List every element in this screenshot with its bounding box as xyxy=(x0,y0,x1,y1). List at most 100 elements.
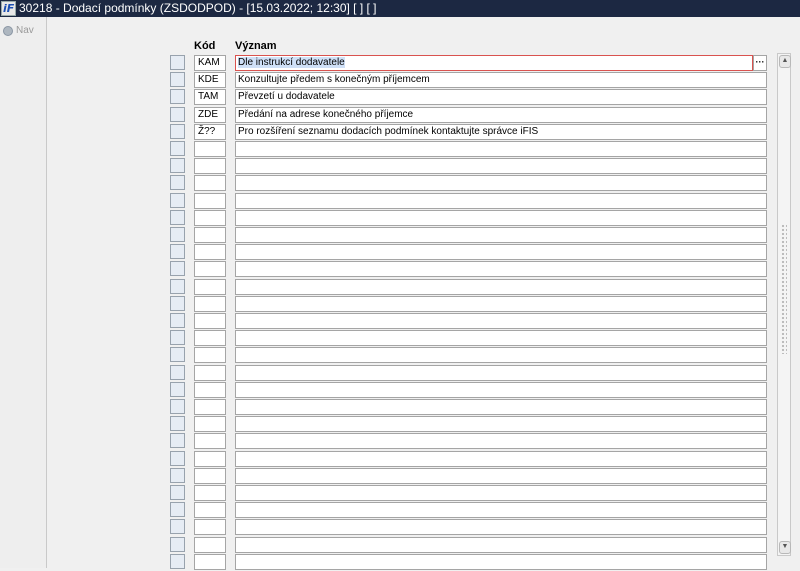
code-field[interactable] xyxy=(194,399,226,415)
meaning-field[interactable] xyxy=(235,519,767,535)
meaning-field[interactable]: Dle instrukcí dodavatele xyxy=(235,55,753,71)
row-selector[interactable] xyxy=(170,193,185,208)
row-selector[interactable] xyxy=(170,313,185,328)
meaning-field[interactable] xyxy=(235,193,767,209)
code-field[interactable] xyxy=(194,416,226,432)
row-selector[interactable] xyxy=(170,261,185,276)
meaning-field[interactable] xyxy=(235,502,767,518)
code-field[interactable] xyxy=(194,519,226,535)
row-selector[interactable] xyxy=(170,399,185,414)
table-row xyxy=(0,279,800,296)
row-selector[interactable] xyxy=(170,502,185,517)
code-field[interactable]: Ž?? xyxy=(194,124,226,140)
row-selector[interactable] xyxy=(170,244,185,259)
code-field[interactable] xyxy=(194,468,226,484)
meaning-field[interactable] xyxy=(235,296,767,312)
meaning-field[interactable] xyxy=(235,433,767,449)
code-field[interactable] xyxy=(194,537,226,553)
meaning-field[interactable] xyxy=(235,244,767,260)
code-field[interactable] xyxy=(194,347,226,363)
row-selector[interactable] xyxy=(170,537,185,552)
code-field[interactable] xyxy=(194,451,226,467)
row-selector[interactable] xyxy=(170,72,185,87)
code-field[interactable] xyxy=(194,433,226,449)
scroll-up-icon[interactable]: ▲ xyxy=(779,55,791,68)
meaning-field[interactable] xyxy=(235,485,767,501)
meaning-field[interactable] xyxy=(235,347,767,363)
row-selector[interactable] xyxy=(170,175,185,190)
row-selector[interactable] xyxy=(170,141,185,156)
app-logo-icon: iF xyxy=(1,1,16,16)
code-field[interactable]: TAM xyxy=(194,89,226,105)
row-selector[interactable] xyxy=(170,279,185,294)
row-selector[interactable] xyxy=(170,158,185,173)
code-field[interactable] xyxy=(194,227,226,243)
meaning-field[interactable] xyxy=(235,313,767,329)
row-selector[interactable] xyxy=(170,382,185,397)
row-selector[interactable] xyxy=(170,416,185,431)
code-field[interactable] xyxy=(194,313,226,329)
scroll-down-icon[interactable]: ▼ xyxy=(779,541,791,554)
vertical-scrollbar[interactable]: ▲ ▼ xyxy=(777,53,791,556)
meaning-field[interactable] xyxy=(235,141,767,157)
meaning-field[interactable] xyxy=(235,175,767,191)
meaning-field[interactable] xyxy=(235,451,767,467)
code-field[interactable] xyxy=(194,261,226,277)
code-field[interactable] xyxy=(194,365,226,381)
code-field[interactable] xyxy=(194,141,226,157)
row-selector[interactable] xyxy=(170,451,185,466)
row-selector[interactable] xyxy=(170,124,185,139)
row-selector[interactable] xyxy=(170,210,185,225)
table-row xyxy=(0,451,800,468)
row-selector[interactable] xyxy=(170,89,185,104)
scroll-grip[interactable] xyxy=(781,224,787,354)
code-field[interactable] xyxy=(194,175,226,191)
meaning-field[interactable] xyxy=(235,279,767,295)
row-selector[interactable] xyxy=(170,433,185,448)
code-field[interactable] xyxy=(194,485,226,501)
code-field[interactable] xyxy=(194,210,226,226)
meaning-field[interactable] xyxy=(235,210,767,226)
meaning-field[interactable]: Předání na adrese konečného příjemce xyxy=(235,107,767,123)
meaning-field[interactable] xyxy=(235,537,767,553)
meaning-field[interactable] xyxy=(235,365,767,381)
code-field[interactable] xyxy=(194,296,226,312)
table-row: TAM Převzetí u dodavatele xyxy=(0,89,800,106)
row-selector[interactable] xyxy=(170,485,185,500)
lov-button[interactable]: ··· xyxy=(753,55,767,71)
code-field[interactable] xyxy=(194,382,226,398)
row-selector[interactable] xyxy=(170,55,185,70)
code-field[interactable] xyxy=(194,279,226,295)
code-field[interactable]: ZDE xyxy=(194,107,226,123)
meaning-field[interactable] xyxy=(235,330,767,346)
code-field[interactable]: KDE xyxy=(194,72,226,88)
row-selector[interactable] xyxy=(170,554,185,569)
meaning-field[interactable]: Převzetí u dodavatele xyxy=(235,89,767,105)
code-field[interactable] xyxy=(194,502,226,518)
table-row xyxy=(0,468,800,485)
meaning-field[interactable] xyxy=(235,158,767,174)
meaning-field[interactable] xyxy=(235,261,767,277)
row-selector[interactable] xyxy=(170,227,185,242)
meaning-field[interactable] xyxy=(235,416,767,432)
meaning-field[interactable] xyxy=(235,227,767,243)
row-selector[interactable] xyxy=(170,468,185,483)
row-selector[interactable] xyxy=(170,365,185,380)
row-selector[interactable] xyxy=(170,107,185,122)
table-row: KAM Dle instrukcí dodavatele ··· xyxy=(0,55,800,72)
code-field[interactable] xyxy=(194,330,226,346)
code-field[interactable]: KAM xyxy=(194,55,226,71)
row-selector[interactable] xyxy=(170,296,185,311)
meaning-field[interactable] xyxy=(235,382,767,398)
meaning-field[interactable] xyxy=(235,468,767,484)
row-selector[interactable] xyxy=(170,519,185,534)
code-field[interactable] xyxy=(194,193,226,209)
code-field[interactable] xyxy=(194,158,226,174)
nav-button[interactable]: Nav xyxy=(3,25,34,36)
meaning-field[interactable]: Pro rozšíření seznamu dodacích podmínek … xyxy=(235,124,767,140)
meaning-field[interactable]: Konzultujte předem s konečným příjemcem xyxy=(235,72,767,88)
row-selector[interactable] xyxy=(170,330,185,345)
code-field[interactable] xyxy=(194,244,226,260)
meaning-field[interactable] xyxy=(235,399,767,415)
row-selector[interactable] xyxy=(170,347,185,362)
